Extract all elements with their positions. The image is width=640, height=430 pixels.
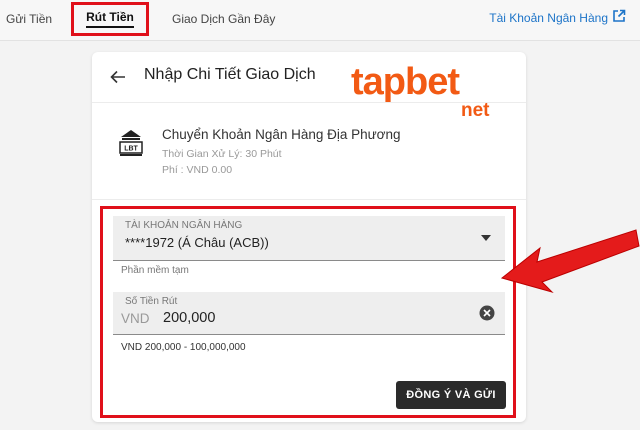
tab-recent-transactions[interactable]: Giao Dịch Gần Đây [172, 12, 275, 26]
highlight-frame [100, 206, 516, 418]
card-header: Nhập Chi Tiết Giao Dịch [92, 52, 526, 103]
red-pointer-arrow [500, 229, 640, 293]
external-link-icon[interactable] [612, 9, 626, 23]
tab-withdraw-label: Rút Tiền [86, 10, 134, 28]
back-arrow-icon[interactable] [108, 67, 128, 87]
tab-deposit[interactable]: Gửi Tiền [6, 12, 52, 26]
brand-main-text: tapbet [351, 61, 460, 103]
top-tab-bar: Gửi Tiền Rút Tiền Giao Dịch Gần Đây Tài … [0, 0, 640, 41]
method-name: Chuyển Khoản Ngân Hàng Địa Phương [162, 127, 401, 142]
svg-text:LBT: LBT [124, 146, 138, 153]
bank-account-link[interactable]: Tài Khoản Ngân Hàng [489, 11, 608, 25]
bank-logo-icon: LBT [119, 130, 143, 156]
brand-sub-text: net [461, 100, 490, 121]
processing-time: Thời Gian Xử Lý: 30 Phút [162, 148, 282, 160]
method-fee: Phí : VND 0.00 [162, 164, 233, 176]
tab-withdraw[interactable]: Rút Tiền [71, 2, 149, 36]
page-title: Nhập Chi Tiết Giao Dịch [144, 66, 316, 83]
